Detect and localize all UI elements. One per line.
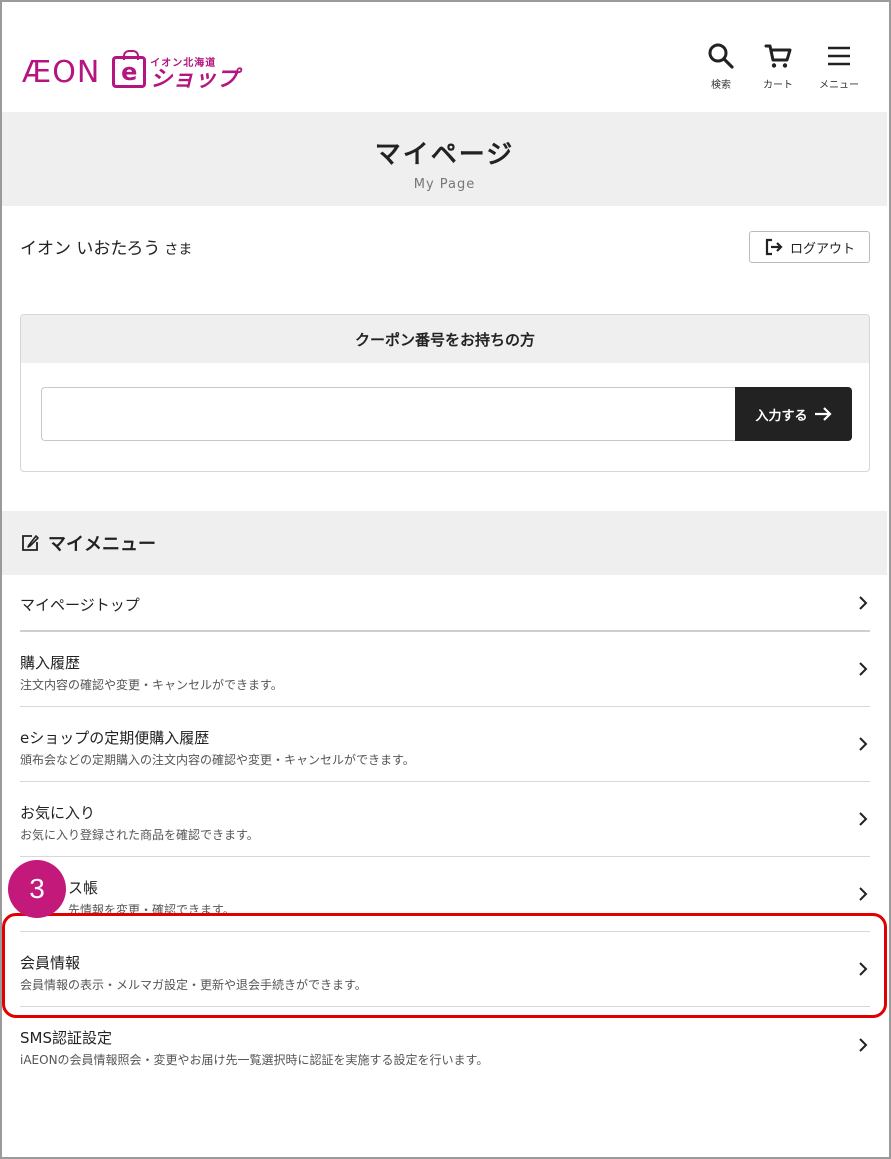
menu-button[interactable]: メニュー — [814, 42, 864, 91]
menu-item-desc: 先情報を変更・確認できます。 — [68, 903, 235, 917]
logout-icon — [765, 238, 783, 256]
user-name: イオン いおたろう — [20, 239, 161, 259]
chevron-right-icon — [859, 1037, 868, 1052]
cart-icon — [764, 44, 792, 68]
coupon-submit-button[interactable]: 入力する — [735, 387, 852, 441]
chevron-right-icon — [859, 887, 868, 901]
chevron-right-icon — [859, 962, 868, 976]
menu-item-subscription-history[interactable]: eショップの定期便購入履歴 頒布会などの定期購入の注文内容の確認や変更・キャンセ… — [20, 707, 870, 782]
hamburger-icon — [828, 46, 850, 66]
cart-button[interactable]: カート — [753, 42, 803, 91]
menu-item-title: 会員情報 — [20, 954, 81, 972]
menu-item-mypage-top[interactable]: マイページトップ — [20, 575, 870, 632]
chevron-right-icon — [859, 595, 868, 610]
chevron-right-icon — [859, 662, 868, 676]
site-logo[interactable]: ÆON e イオン北海道 ショップ — [22, 50, 239, 92]
menu-item-desc: お気に入り登録された商品を確認できます。 — [20, 828, 259, 842]
menu-item-sms-auth[interactable]: SMS認証設定 iAEONの会員情報照会・変更やお届け先一覧選択時に認証を実施す… — [20, 1007, 870, 1082]
search-label: 検索 — [711, 80, 731, 91]
menu-item-favorites[interactable]: お気に入り お気に入り登録された商品を確認できます。 — [20, 782, 870, 857]
menu-item-title: マイページトップ — [20, 596, 140, 614]
menu-item-address-book[interactable]: ス帳 先情報を変更・確認できます。 — [20, 857, 870, 932]
page-subtitle: My Page — [413, 177, 476, 192]
logo-shop-text: ショップ — [150, 66, 239, 92]
menu-item-desc: iAEONの会員情報照会・変更やお届け先一覧選択時に認証を実施する設定を行います… — [20, 1053, 489, 1067]
logout-button[interactable]: ログアウト — [749, 231, 870, 263]
coupon-code-input[interactable] — [41, 387, 737, 441]
my-menu-heading-label: マイメニュー — [48, 534, 156, 555]
edit-note-icon — [22, 535, 39, 551]
menu-item-title: お気に入り — [20, 804, 96, 822]
menu-item-desc: 注文内容の確認や変更・キャンセルができます。 — [20, 678, 283, 692]
logo-brand: ÆON — [22, 54, 101, 90]
menu-item-desc: 会員情報の表示・メルマガ設定・更新や退会手続きができます。 — [20, 978, 367, 992]
logo-eshop: e イオン北海道 ショップ — [112, 50, 239, 92]
search-button[interactable]: 検索 — [696, 42, 746, 91]
menu-item-title: SMS認証設定 — [20, 1029, 112, 1047]
step-number-badge: 3 — [8, 860, 66, 918]
search-icon — [708, 43, 734, 69]
logo-e-icon: e — [112, 50, 147, 88]
user-honorific: さま — [164, 242, 193, 258]
my-menu-heading: マイメニュー — [2, 511, 887, 575]
menu-item-desc: 頒布会などの定期購入の注文内容の確認や変更・キャンセルができます。 — [20, 753, 415, 767]
site-header: ÆON e イオン北海道 ショップ 検索 カート メニュー — [2, 2, 887, 112]
menu-item-purchase-history[interactable]: 購入履歴 注文内容の確認や変更・キャンセルができます。 — [20, 632, 870, 707]
chevron-right-icon — [859, 812, 868, 826]
menu-item-title: eショップの定期便購入履歴 — [20, 729, 210, 747]
logout-label: ログアウト — [789, 241, 855, 257]
menu-item-member-info[interactable]: 会員情報 会員情報の表示・メルマガ設定・更新や退会手続きができます。 — [20, 932, 870, 1007]
coupon-heading: クーポン番号をお持ちの方 — [21, 315, 869, 363]
menu-label: メニュー — [819, 80, 859, 91]
my-menu-list: マイページトップ 購入履歴 注文内容の確認や変更・キャンセルができます。 eショ… — [20, 575, 870, 1082]
chevron-right-icon — [859, 737, 868, 751]
page-title: マイページ — [374, 140, 515, 170]
menu-item-title: 購入履歴 — [20, 654, 81, 672]
page-title-band: マイページ My Page — [2, 112, 887, 206]
coupon-submit-label: 入力する — [755, 408, 808, 424]
user-greeting: イオン いおたろう さま — [20, 234, 192, 259]
coupon-box: クーポン番号をお持ちの方 入力する — [20, 314, 870, 472]
arrow-right-icon — [814, 407, 832, 421]
menu-item-title: ス帳 — [68, 879, 99, 897]
cart-label: カート — [763, 80, 793, 91]
